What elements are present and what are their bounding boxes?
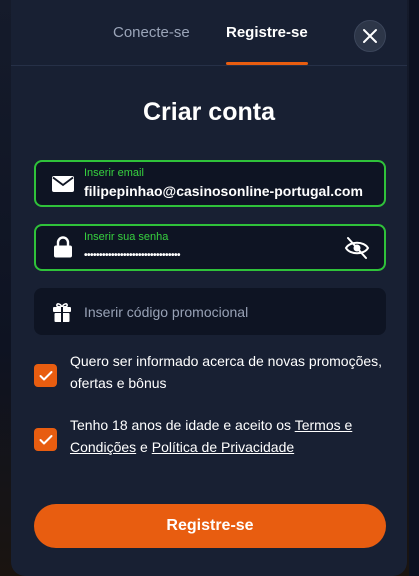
checkmark-icon bbox=[39, 370, 52, 380]
email-input[interactable] bbox=[84, 183, 374, 199]
email-label: Inserir email bbox=[84, 167, 144, 179]
lock-icon bbox=[54, 236, 72, 258]
marketing-consent-checkbox[interactable] bbox=[34, 364, 57, 387]
close-icon bbox=[363, 29, 377, 43]
terms-prefix: Tenho 18 anos de idade e aceito os bbox=[70, 417, 295, 433]
promo-code-placeholder: Inserir código promocional bbox=[84, 304, 249, 320]
tab-register[interactable]: Registre-se bbox=[226, 24, 308, 41]
password-input[interactable]: •••••••••••••••••••••••••••••••• bbox=[84, 250, 374, 261]
checkmark-icon bbox=[39, 434, 52, 444]
backdrop-edge bbox=[409, 0, 419, 576]
promo-code-field[interactable]: Inserir código promocional bbox=[34, 288, 386, 335]
tabs-divider bbox=[11, 65, 407, 66]
register-button[interactable]: Registre-se bbox=[34, 504, 386, 548]
email-field[interactable]: Inserir email bbox=[34, 160, 386, 207]
envelope-icon bbox=[52, 176, 74, 192]
toggle-password-visibility[interactable] bbox=[344, 236, 370, 260]
password-label: Inserir sua senha bbox=[84, 231, 169, 243]
tab-login[interactable]: Conecte-se bbox=[113, 24, 190, 41]
marketing-consent-text: Quero ser informado acerca de novas prom… bbox=[70, 353, 383, 391]
terms-consent-text: Tenho 18 anos de idade e aceito os Termo… bbox=[70, 414, 390, 458]
password-field[interactable]: Inserir sua senha ••••••••••••••••••••••… bbox=[34, 224, 386, 271]
close-button[interactable] bbox=[354, 20, 386, 52]
register-modal: Conecte-se Registre-se Criar conta Inser… bbox=[11, 0, 407, 576]
privacy-link[interactable]: Política de Privacidade bbox=[152, 439, 294, 455]
auth-tabs: Conecte-se Registre-se bbox=[11, 0, 407, 66]
eye-slash-icon bbox=[344, 237, 370, 259]
page-title: Criar conta bbox=[143, 98, 275, 126]
terms-middle: e bbox=[136, 439, 152, 455]
gift-icon bbox=[53, 303, 71, 322]
terms-consent-checkbox[interactable] bbox=[34, 428, 57, 451]
